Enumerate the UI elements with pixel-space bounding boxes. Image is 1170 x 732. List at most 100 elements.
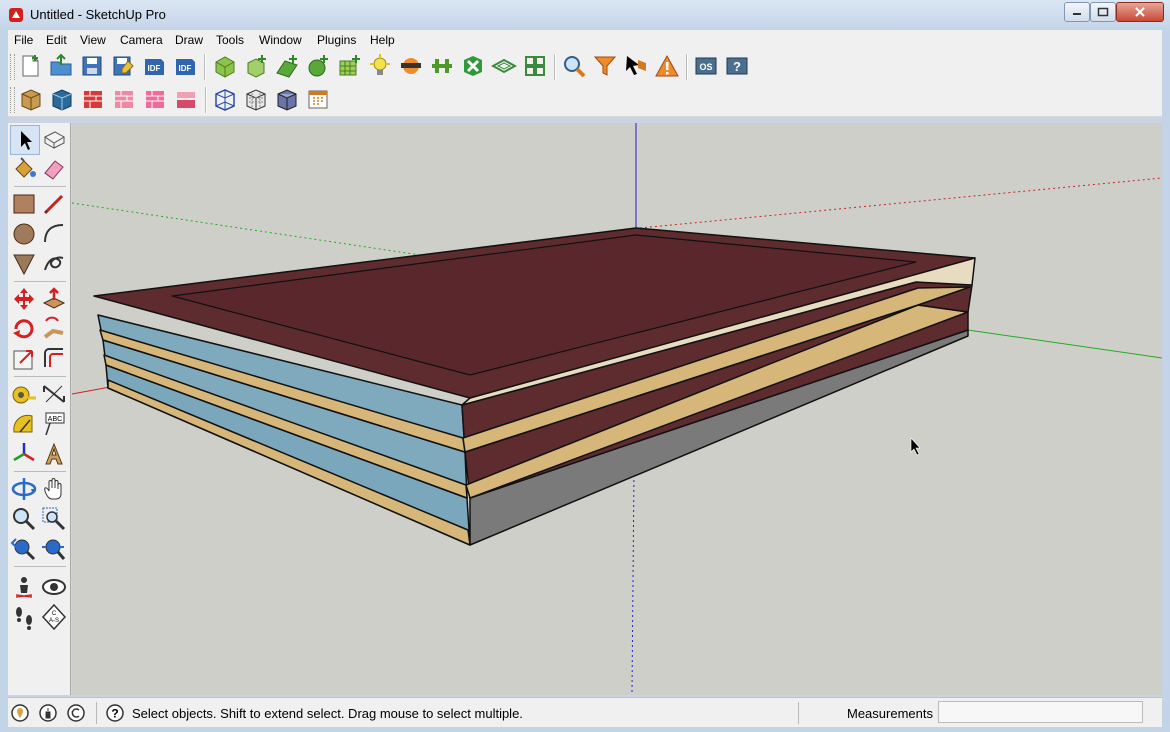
interzone-icon[interactable] [429,53,455,79]
select-arrow-icon[interactable] [10,125,40,155]
geo-location-icon[interactable] [10,703,30,723]
paint-bucket-icon[interactable] [10,155,38,183]
building-model[interactable] [93,227,976,546]
measurements-label: Measurements [847,706,933,721]
toolbar-grip[interactable] [10,87,15,113]
credits-icon[interactable] [38,703,58,723]
construction-icon[interactable] [49,86,75,112]
openstudio-icon[interactable]: OS [693,53,719,79]
menu-help[interactable]: Help [370,33,395,47]
measurements-input[interactable] [938,701,1143,723]
save-icon[interactable] [79,53,105,79]
rectangle-tool-icon[interactable] [10,190,38,218]
minimize-button[interactable] [1064,2,1090,22]
hidden-line-icon[interactable] [243,86,269,112]
follow-me-tool-icon[interactable] [40,315,68,343]
open-icon[interactable] [48,53,74,79]
axes-tool-icon[interactable] [10,440,38,468]
polygon-tool-icon[interactable] [10,250,38,278]
eraser-icon[interactable] [40,155,68,183]
select-icon[interactable] [623,53,649,79]
light-icon[interactable] [367,53,393,79]
svg-text:OS: OS [699,62,712,72]
thermal-zone-icon[interactable] [142,86,168,112]
story-icon[interactable] [173,86,199,112]
new-grid-icon[interactable] [336,53,362,79]
menu-file[interactable]: File [14,33,33,47]
model-viewport[interactable] [72,123,1162,695]
status-separator [96,702,97,724]
section-plane-icon[interactable]: CA-S [40,603,68,631]
sketchup-logo-icon [9,8,23,22]
svg-text:IDF: IDF [179,64,192,73]
menu-edit[interactable]: Edit [46,33,67,47]
space-type-icon[interactable] [18,86,44,112]
look-around-icon[interactable] [40,573,68,601]
blue-axis-lower [631,469,635,693]
3d-text-icon[interactable] [40,440,68,468]
copyright-icon[interactable] [66,703,86,723]
status-bar: ? Select objects. Shift to extend select… [8,697,1162,728]
previous-view-icon[interactable] [10,535,38,563]
circle-tool-icon[interactable] [10,220,38,248]
svg-text:A-S: A-S [49,618,59,624]
shaded-icon[interactable] [274,86,300,112]
export-idf-icon[interactable]: IDF [172,53,198,79]
maximize-button[interactable] [1090,2,1116,22]
arc-tool-icon[interactable] [40,220,68,248]
zoom-extents-icon[interactable] [40,535,68,563]
menu-camera[interactable]: Camera [120,33,163,47]
warning-icon[interactable] [654,53,680,79]
filter-icon[interactable] [592,53,618,79]
render-icon[interactable] [460,53,486,79]
pan-tool-icon[interactable] [40,475,68,503]
model-canvas[interactable] [72,123,1162,695]
window-title: Untitled - SketchUp Pro [30,7,166,22]
new-surface-icon[interactable] [274,53,300,79]
offset-tool-icon[interactable] [40,345,68,373]
boundary-icon[interactable] [80,86,106,112]
menu-view[interactable]: View [80,33,106,47]
make-component-icon[interactable] [40,125,68,153]
zone-icon[interactable] [111,86,137,112]
new-space-icon[interactable] [243,53,269,79]
palette-separator [14,471,66,472]
dimension-tool-icon[interactable] [40,380,68,408]
import-idf-icon[interactable]: IDF [141,53,167,79]
zoom-tool-icon[interactable] [10,505,38,533]
push-pull-tool-icon[interactable] [40,285,68,313]
freehand-tool-icon[interactable] [40,250,68,278]
menu-tools[interactable]: Tools [216,33,244,47]
close-button[interactable] [1116,2,1164,22]
new-icon[interactable] [17,53,43,79]
help-icon[interactable]: ? [105,703,125,723]
protractor-icon[interactable] [10,410,38,438]
rotate-tool-icon[interactable] [10,315,38,343]
scale-tool-icon[interactable] [10,345,38,373]
shading-icon[interactable] [398,53,424,79]
help-icon[interactable]: ? [724,53,750,79]
tape-measure-icon[interactable] [10,380,38,408]
new-zone-icon[interactable] [212,53,238,79]
menu-draw[interactable]: Draw [175,33,203,47]
position-camera-icon[interactable] [10,573,38,601]
orbit-tool-icon[interactable] [10,475,38,503]
menu-window[interactable]: Window [259,33,302,47]
save-as-icon[interactable] [110,53,136,79]
toolbar-separator [204,54,206,80]
green-axis-back [72,202,421,256]
walk-tool-icon[interactable] [10,603,38,631]
svg-text:C: C [52,611,57,617]
zoom-window-icon[interactable] [40,505,68,533]
move-tool-icon[interactable] [10,285,38,313]
toolbar-grip[interactable] [10,54,15,80]
surface-matching-icon[interactable] [491,53,517,79]
calendar-icon[interactable] [305,86,331,112]
line-tool-icon[interactable] [40,190,68,218]
add-subsurface-icon[interactable] [305,53,331,79]
wireframe-icon[interactable] [212,86,238,112]
text-tool-icon[interactable]: ABC [40,410,68,438]
menu-plugins[interactable]: Plugins [317,33,356,47]
grid-layout-icon[interactable] [522,53,548,79]
inspector-icon[interactable] [561,53,587,79]
